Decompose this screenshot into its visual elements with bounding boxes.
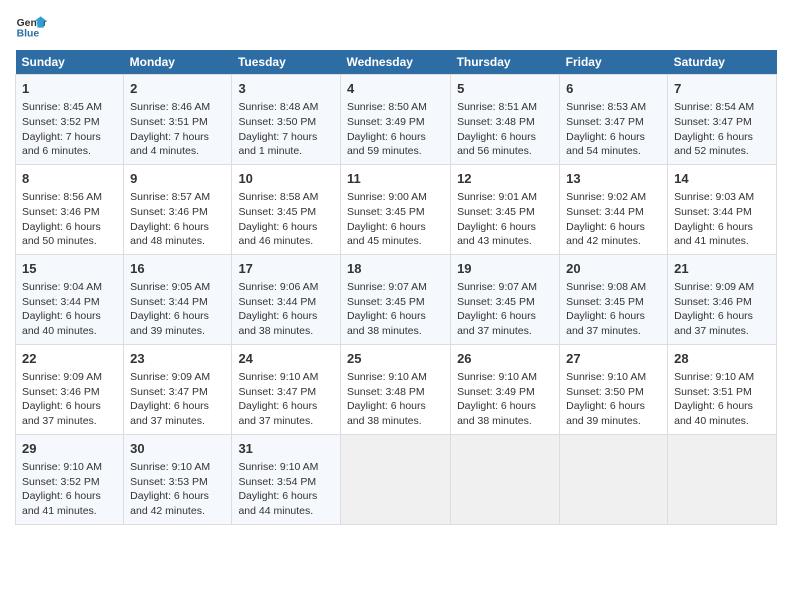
- calendar-cell: 10Sunrise: 8:58 AMSunset: 3:45 PMDayligh…: [232, 164, 341, 254]
- calendar-cell: 26Sunrise: 9:10 AMSunset: 3:49 PMDayligh…: [451, 344, 560, 434]
- day-number: 11: [347, 170, 444, 188]
- calendar-cell: 27Sunrise: 9:10 AMSunset: 3:50 PMDayligh…: [560, 344, 668, 434]
- calendar-cell: 21Sunrise: 9:09 AMSunset: 3:46 PMDayligh…: [668, 254, 777, 344]
- day-number: 26: [457, 350, 553, 368]
- header-day: Thursday: [451, 50, 560, 75]
- day-number: 20: [566, 260, 661, 278]
- calendar-cell: 16Sunrise: 9:05 AMSunset: 3:44 PMDayligh…: [124, 254, 232, 344]
- day-number: 17: [238, 260, 334, 278]
- day-number: 25: [347, 350, 444, 368]
- day-number: 22: [22, 350, 117, 368]
- day-number: 16: [130, 260, 225, 278]
- day-number: 1: [22, 80, 117, 98]
- calendar-week-row: 1Sunrise: 8:45 AMSunset: 3:52 PMDaylight…: [16, 75, 777, 165]
- day-number: 8: [22, 170, 117, 188]
- calendar-cell: [451, 434, 560, 524]
- calendar-cell: [340, 434, 450, 524]
- page-container: General Blue SundayMondayTuesdayWednesda…: [0, 0, 792, 535]
- day-number: 9: [130, 170, 225, 188]
- day-number: 2: [130, 80, 225, 98]
- day-number: 7: [674, 80, 770, 98]
- calendar-cell: 25Sunrise: 9:10 AMSunset: 3:48 PMDayligh…: [340, 344, 450, 434]
- calendar-cell: 3Sunrise: 8:48 AMSunset: 3:50 PMDaylight…: [232, 75, 341, 165]
- calendar-cell: 18Sunrise: 9:07 AMSunset: 3:45 PMDayligh…: [340, 254, 450, 344]
- header-day: Saturday: [668, 50, 777, 75]
- calendar-cell: 2Sunrise: 8:46 AMSunset: 3:51 PMDaylight…: [124, 75, 232, 165]
- calendar-week-row: 29Sunrise: 9:10 AMSunset: 3:52 PMDayligh…: [16, 434, 777, 524]
- calendar-cell: 15Sunrise: 9:04 AMSunset: 3:44 PMDayligh…: [16, 254, 124, 344]
- calendar-cell: 17Sunrise: 9:06 AMSunset: 3:44 PMDayligh…: [232, 254, 341, 344]
- calendar-cell: 14Sunrise: 9:03 AMSunset: 3:44 PMDayligh…: [668, 164, 777, 254]
- header-day: Tuesday: [232, 50, 341, 75]
- calendar-cell: 12Sunrise: 9:01 AMSunset: 3:45 PMDayligh…: [451, 164, 560, 254]
- day-number: 4: [347, 80, 444, 98]
- page-header: General Blue: [15, 10, 777, 42]
- day-number: 18: [347, 260, 444, 278]
- day-number: 10: [238, 170, 334, 188]
- calendar-cell: 4Sunrise: 8:50 AMSunset: 3:49 PMDaylight…: [340, 75, 450, 165]
- calendar-cell: 29Sunrise: 9:10 AMSunset: 3:52 PMDayligh…: [16, 434, 124, 524]
- day-number: 28: [674, 350, 770, 368]
- day-number: 5: [457, 80, 553, 98]
- calendar-cell: 30Sunrise: 9:10 AMSunset: 3:53 PMDayligh…: [124, 434, 232, 524]
- calendar-week-row: 22Sunrise: 9:09 AMSunset: 3:46 PMDayligh…: [16, 344, 777, 434]
- header-row: SundayMondayTuesdayWednesdayThursdayFrid…: [16, 50, 777, 75]
- day-number: 29: [22, 440, 117, 458]
- day-number: 3: [238, 80, 334, 98]
- calendar-cell: 1Sunrise: 8:45 AMSunset: 3:52 PMDaylight…: [16, 75, 124, 165]
- calendar-cell: 6Sunrise: 8:53 AMSunset: 3:47 PMDaylight…: [560, 75, 668, 165]
- calendar-cell: 22Sunrise: 9:09 AMSunset: 3:46 PMDayligh…: [16, 344, 124, 434]
- calendar-cell: 5Sunrise: 8:51 AMSunset: 3:48 PMDaylight…: [451, 75, 560, 165]
- day-number: 21: [674, 260, 770, 278]
- day-number: 27: [566, 350, 661, 368]
- calendar-cell: 11Sunrise: 9:00 AMSunset: 3:45 PMDayligh…: [340, 164, 450, 254]
- calendar-cell: 24Sunrise: 9:10 AMSunset: 3:47 PMDayligh…: [232, 344, 341, 434]
- logo: General Blue: [15, 10, 47, 42]
- day-number: 31: [238, 440, 334, 458]
- calendar-table: SundayMondayTuesdayWednesdayThursdayFrid…: [15, 50, 777, 525]
- day-number: 14: [674, 170, 770, 188]
- day-number: 13: [566, 170, 661, 188]
- logo-icon: General Blue: [15, 10, 47, 42]
- calendar-cell: 28Sunrise: 9:10 AMSunset: 3:51 PMDayligh…: [668, 344, 777, 434]
- calendar-cell: 20Sunrise: 9:08 AMSunset: 3:45 PMDayligh…: [560, 254, 668, 344]
- day-number: 24: [238, 350, 334, 368]
- calendar-cell: 8Sunrise: 8:56 AMSunset: 3:46 PMDaylight…: [16, 164, 124, 254]
- calendar-cell: 23Sunrise: 9:09 AMSunset: 3:47 PMDayligh…: [124, 344, 232, 434]
- svg-text:Blue: Blue: [17, 28, 40, 39]
- calendar-week-row: 15Sunrise: 9:04 AMSunset: 3:44 PMDayligh…: [16, 254, 777, 344]
- calendar-cell: 7Sunrise: 8:54 AMSunset: 3:47 PMDaylight…: [668, 75, 777, 165]
- calendar-cell: 13Sunrise: 9:02 AMSunset: 3:44 PMDayligh…: [560, 164, 668, 254]
- header-day: Monday: [124, 50, 232, 75]
- calendar-cell: [560, 434, 668, 524]
- calendar-cell: 19Sunrise: 9:07 AMSunset: 3:45 PMDayligh…: [451, 254, 560, 344]
- calendar-cell: [668, 434, 777, 524]
- header-day: Sunday: [16, 50, 124, 75]
- calendar-week-row: 8Sunrise: 8:56 AMSunset: 3:46 PMDaylight…: [16, 164, 777, 254]
- header-day: Friday: [560, 50, 668, 75]
- calendar-cell: 31Sunrise: 9:10 AMSunset: 3:54 PMDayligh…: [232, 434, 341, 524]
- calendar-cell: 9Sunrise: 8:57 AMSunset: 3:46 PMDaylight…: [124, 164, 232, 254]
- day-number: 23: [130, 350, 225, 368]
- day-number: 15: [22, 260, 117, 278]
- day-number: 12: [457, 170, 553, 188]
- day-number: 30: [130, 440, 225, 458]
- header-day: Wednesday: [340, 50, 450, 75]
- day-number: 6: [566, 80, 661, 98]
- day-number: 19: [457, 260, 553, 278]
